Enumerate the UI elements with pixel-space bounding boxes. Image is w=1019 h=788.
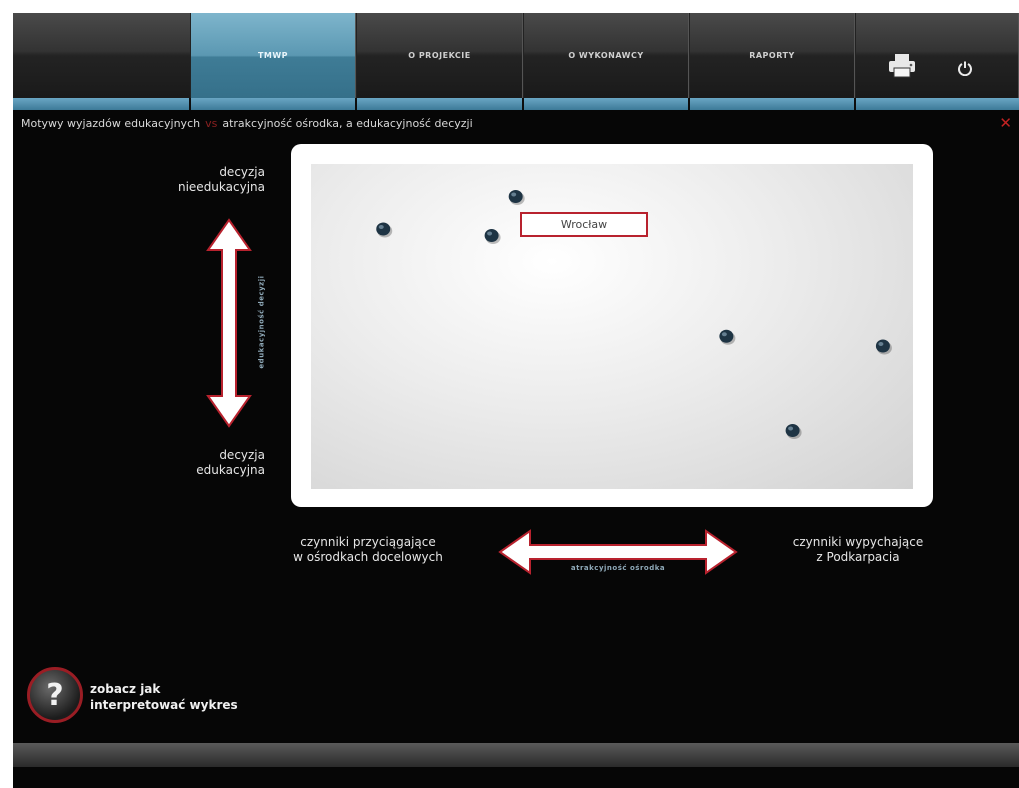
breadcrumb-part2: atrakcyjność ośrodka, a edukacyjność dec…: [222, 117, 473, 130]
strip-separator: [189, 98, 191, 110]
strip-separator: [854, 98, 856, 110]
top-navigation: TMWP O PROJEKCIE O WYKONAWCY RAPORTY: [13, 13, 1019, 98]
strip-separator: [522, 98, 524, 110]
power-icon[interactable]: [953, 56, 977, 80]
y-axis-arrow-label: edukacyjność decyzji: [257, 275, 266, 369]
tab-tmwp[interactable]: TMWP: [190, 13, 356, 98]
scatter-plot-area: Wrocław: [311, 164, 913, 489]
scatter-point[interactable]: [875, 339, 892, 355]
x-axis-right-label: czynniki wypychające z Podkarpacia: [773, 535, 943, 565]
tab-o-projekcie[interactable]: O PROJEKCIE: [356, 13, 523, 98]
printer-icon[interactable]: [884, 51, 920, 81]
strip-separator: [355, 98, 357, 110]
scatter-point[interactable]: [785, 424, 802, 439]
y-axis-top-label-line2: nieedukacyjna: [177, 180, 265, 194]
help-line2: interpretować wykres: [90, 698, 238, 712]
x-axis-right-label-line2: z Podkarpacia: [816, 550, 900, 564]
x-axis-left-label-line1: czynniki przyciągające: [300, 535, 436, 549]
app-window: TMWP O PROJEKCIE O WYKONAWCY RAPORTY Mot…: [13, 13, 1019, 788]
point-tooltip: Wrocław: [520, 212, 648, 237]
question-icon[interactable]: ?: [27, 667, 83, 723]
vertical-double-arrow-icon: [206, 218, 252, 428]
breadcrumb: Motywy wyjazdów edukacyjnych vs atrakcyjno…: [21, 117, 473, 130]
scatter-point[interactable]: [376, 222, 393, 238]
help-line1: zobacz jak: [90, 682, 161, 696]
help-link[interactable]: zobacz jak interpretować wykres: [90, 681, 238, 713]
y-axis-top-label-line1: decyzja: [219, 165, 265, 179]
y-axis-bottom-label: decyzja edukacyjna: [143, 448, 265, 478]
scatter-point[interactable]: [719, 329, 736, 345]
x-axis-right-label-line1: czynniki wypychające: [792, 535, 924, 549]
chart-panel: Wrocław: [291, 144, 933, 507]
tab-spacer: [855, 13, 1019, 98]
tab-raporty[interactable]: RAPORTY: [689, 13, 855, 98]
strip-separator: [688, 98, 690, 110]
breadcrumb-part1: Motywy wyjazdów edukacyjnych: [21, 117, 201, 130]
scatter-point[interactable]: [484, 229, 501, 244]
y-axis-top-label: decyzja nieedukacyjna: [143, 165, 265, 195]
accent-strip: [13, 98, 1019, 110]
scatter-point[interactable]: [508, 190, 525, 205]
y-axis-bottom-label-line2: edukacyjna: [196, 463, 265, 477]
x-axis-left-label-line2: w ośrodkach docelowych: [293, 550, 443, 564]
bottom-bar: [13, 743, 1019, 767]
y-axis-bottom-label-line1: decyzja: [219, 448, 265, 462]
x-axis-left-label: czynniki przyciągające w ośrodkach docel…: [273, 535, 463, 565]
tab-o-wykonawcy[interactable]: O WYKONAWCY: [523, 13, 689, 98]
breadcrumb-separator: vs: [205, 117, 218, 130]
x-axis-arrow-label: atrakcyjność ośrodka: [570, 564, 666, 572]
close-icon[interactable]: ✕: [999, 114, 1012, 132]
